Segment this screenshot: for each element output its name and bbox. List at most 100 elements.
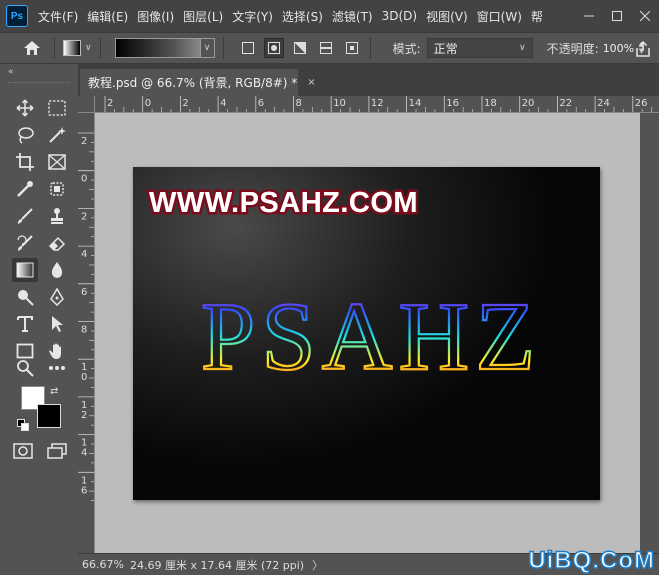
screen-mode-icon[interactable]: [44, 439, 70, 463]
tool-preset-icon[interactable]: [63, 40, 81, 56]
ruler-label: 6: [81, 287, 87, 298]
gradient-picker[interactable]: [114, 38, 201, 58]
menu-select[interactable]: 选择(S): [282, 8, 323, 25]
ruler-label: 2: [81, 136, 87, 147]
type-tool-icon[interactable]: [12, 312, 38, 336]
menu-image[interactable]: 图像(I): [137, 8, 174, 25]
brush-tool-icon[interactable]: [12, 204, 38, 228]
reflected-gradient-icon[interactable]: [316, 38, 336, 58]
ruler-label: 24: [597, 98, 610, 109]
ruler-label: 4: [81, 249, 87, 260]
ruler-label: 12: [371, 98, 384, 109]
minimize-icon[interactable]: [575, 0, 603, 32]
document-size: 24.69 厘米 x 17.64 厘米 (72 ppi): [130, 558, 305, 572]
panel-grip[interactable]: [8, 82, 70, 84]
menu-type[interactable]: 文字(Y): [232, 8, 273, 25]
ruler-label: 4: [81, 448, 87, 459]
canvas-area[interactable]: WWW.PSAHZ.COM WWW.PSAHZ.COM PSAHZ: [95, 113, 640, 553]
more-tools-icon[interactable]: [44, 356, 70, 380]
close-icon[interactable]: [631, 0, 659, 32]
crop-tool-icon[interactable]: [12, 150, 38, 174]
ruler-label: 16: [446, 98, 459, 109]
share-icon[interactable]: [633, 39, 653, 59]
menu-view[interactable]: 视图(V): [426, 8, 468, 25]
tools-panel: « ⇄: [0, 64, 78, 575]
move-tool-icon[interactable]: [12, 96, 38, 120]
diamond-gradient-icon[interactable]: [342, 38, 362, 58]
path-selection-icon[interactable]: [44, 312, 70, 336]
radial-gradient-icon[interactable]: [263, 38, 284, 58]
document-canvas[interactable]: WWW.PSAHZ.COM WWW.PSAHZ.COM PSAHZ: [133, 167, 600, 500]
divider: [99, 37, 101, 59]
horizontal-ruler[interactable]: 2 0 2 4 6 8 10 12 14 16 18 20 22 24 26: [95, 96, 659, 113]
ruler-label: 2: [81, 410, 87, 421]
ruler-label: 10: [333, 98, 346, 109]
ruler-origin[interactable]: [78, 96, 95, 113]
gradient-tool-icon[interactable]: [12, 258, 38, 282]
menu-window[interactable]: 窗口(W): [477, 8, 522, 25]
chevron-down-icon: ∨: [519, 43, 526, 53]
opacity-label: 不透明度:: [546, 41, 599, 56]
chevron-down-icon[interactable]: ∨: [200, 38, 215, 58]
mode-select[interactable]: 正常 ∨: [426, 38, 533, 58]
marquee-tool-icon[interactable]: [44, 96, 70, 120]
photoshop-logo-icon[interactable]: Ps: [6, 5, 28, 27]
lasso-tool-icon[interactable]: [12, 123, 38, 147]
window-controls: [575, 0, 659, 32]
magic-wand-icon[interactable]: [44, 123, 70, 147]
ruler-label: 2: [182, 98, 188, 109]
vertical-ruler[interactable]: 20246810121416: [78, 113, 95, 553]
menu-file[interactable]: 文件(F): [38, 8, 78, 25]
ruler-label: 2: [107, 98, 113, 109]
default-colors-icon[interactable]: [17, 419, 29, 431]
close-icon[interactable]: ×: [307, 77, 315, 88]
menu-help[interactable]: 帮: [531, 8, 543, 25]
spot-healing-icon[interactable]: [44, 177, 70, 201]
frame-tool-icon[interactable]: [44, 150, 70, 174]
document-tab[interactable]: 教程.psd @ 66.7% (背景, RGB/8#) * ×: [80, 69, 316, 96]
menu-3d[interactable]: 3D(D): [382, 9, 417, 23]
menu-edit[interactable]: 编辑(E): [87, 8, 128, 25]
zoom-level-input[interactable]: 66.67%: [78, 558, 126, 571]
divider: [222, 37, 224, 59]
status-menu-chevron-icon[interactable]: 〉: [312, 557, 323, 573]
ruler-label: 6: [81, 485, 87, 496]
home-icon[interactable]: [18, 36, 46, 60]
neon-text: PSAHZ: [201, 283, 541, 383]
ruler-label: 26: [635, 98, 648, 109]
linear-gradient-icon[interactable]: [238, 38, 258, 58]
chevron-down-icon[interactable]: ∨: [85, 43, 92, 53]
ruler-label: 0: [81, 372, 87, 383]
eyedropper-tool-icon[interactable]: [12, 177, 38, 201]
background-color-swatch[interactable]: [37, 404, 61, 428]
vertical-scrollbar[interactable]: [640, 113, 659, 553]
swap-colors-icon[interactable]: ⇄: [50, 386, 58, 397]
collapse-panel-icon[interactable]: «: [8, 67, 14, 77]
divider: [54, 37, 55, 59]
dodge-tool-icon[interactable]: [12, 285, 38, 309]
divider: [369, 37, 371, 59]
neon-text-graphic: PSAHZ: [200, 283, 541, 383]
opacity-value: 100%: [602, 41, 635, 55]
ruler-label: 6: [258, 98, 264, 109]
ruler-label: 0: [145, 98, 151, 109]
ruler-label: 20: [522, 98, 535, 109]
quick-mask-icon[interactable]: [10, 439, 36, 463]
pen-tool-icon[interactable]: [44, 285, 70, 309]
menu-layer[interactable]: 图层(L): [183, 8, 223, 25]
restore-icon[interactable]: [603, 0, 631, 32]
ruler-label: 4: [220, 98, 226, 109]
eraser-tool-icon[interactable]: [44, 231, 70, 255]
menu-filter[interactable]: 滤镜(T): [332, 8, 373, 25]
angle-gradient-icon[interactable]: [290, 38, 310, 58]
ruler-label: 22: [559, 98, 572, 109]
history-brush-icon[interactable]: [12, 231, 38, 255]
ruler-label: 0: [81, 174, 87, 185]
clone-stamp-icon[interactable]: [44, 204, 70, 228]
blur-tool-icon[interactable]: [44, 258, 70, 282]
zoom-tool-icon[interactable]: [12, 356, 38, 380]
menu-bar: Ps 文件(F) 编辑(E) 图像(I) 图层(L) 文字(Y) 选择(S) 滤…: [0, 0, 659, 32]
mode-label: 模式:: [392, 41, 421, 56]
mode-value: 正常: [433, 41, 458, 56]
horizontal-ruler-ticks: 2 0 2 4 6 8 10 12 14 16 18 20 22 24 26: [104, 96, 653, 112]
